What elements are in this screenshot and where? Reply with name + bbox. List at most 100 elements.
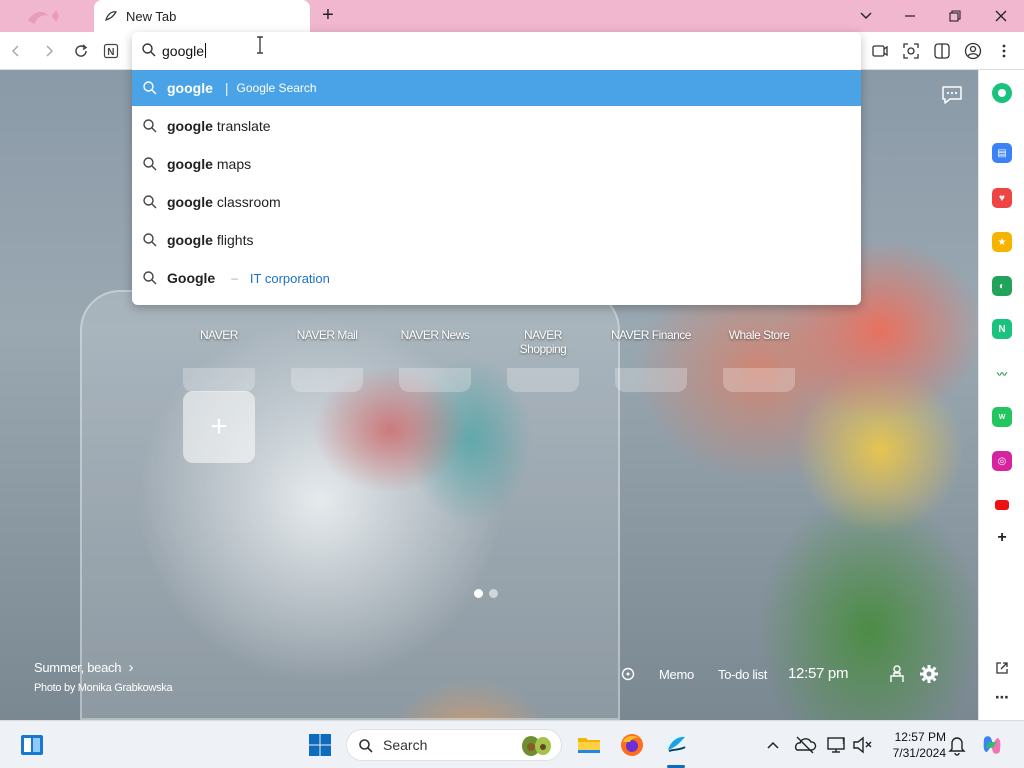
shortcut-tile[interactable] — [291, 368, 363, 392]
shortcut-tile[interactable] — [183, 368, 255, 392]
omnibox-dropdown: google google | Google Search google tra… — [132, 32, 861, 305]
suggestion-separator: | — [224, 80, 229, 96]
close-window-button[interactable] — [989, 5, 1013, 27]
todo-list-button[interactable]: To-do list — [718, 667, 767, 682]
taskbar-search-box[interactable]: Search — [346, 729, 562, 761]
notification-bell-icon[interactable] — [944, 732, 970, 758]
page-dot[interactable] — [489, 589, 498, 598]
pocket-icon[interactable]: ♥ — [992, 188, 1012, 208]
background-title[interactable]: Summer, beach › — [34, 659, 133, 676]
right-sidebar: ▤ ♥ ★ ◐ N 〰 W ◎ + ⋯ — [978, 70, 1024, 720]
clock-widget[interactable]: 12:57 pm — [788, 665, 848, 682]
text-caret — [205, 43, 207, 58]
minimize-button[interactable] — [898, 5, 922, 27]
add-sidebar-app-icon[interactable]: + — [992, 528, 1012, 548]
suggestion-item[interactable]: google maps — [132, 146, 861, 182]
show-hidden-icons-chevron-icon[interactable] — [760, 732, 786, 758]
suggestion-item[interactable]: google flights — [132, 222, 861, 258]
shortcut-tile[interactable] — [399, 368, 471, 392]
memo-button[interactable]: Memo — [659, 667, 694, 682]
search-icon — [143, 157, 157, 171]
bookmark-star-icon[interactable]: ★ — [992, 232, 1012, 252]
suggestion-text: classroom — [216, 194, 281, 210]
suggestion-item-entity[interactable]: Google – IT corporation — [132, 260, 861, 296]
background-title-text[interactable]: Summer, beach — [34, 660, 121, 675]
back-arrow-icon[interactable] — [6, 41, 26, 61]
volume-muted-icon[interactable] — [850, 732, 876, 758]
suggestion-entity: IT corporation — [249, 270, 330, 286]
suggestion-item[interactable]: google classroom — [132, 184, 861, 220]
youtube-icon[interactable] — [992, 495, 1012, 515]
copilot-icon[interactable] — [979, 732, 1005, 758]
suggestion-text: flights — [216, 232, 254, 248]
naver-blog-icon[interactable]: N — [992, 319, 1012, 339]
more-menu-icon[interactable] — [994, 41, 1014, 61]
suggestion-item[interactable]: google translate — [132, 108, 861, 144]
instagram-icon[interactable]: ◎ — [992, 451, 1012, 471]
page-indicator — [474, 589, 498, 598]
stock-chart-icon[interactable]: 〰 — [992, 363, 1012, 383]
whale-space-icon[interactable] — [888, 664, 906, 684]
tab-list-chevron-icon[interactable] — [854, 5, 878, 27]
suggestion-text: maps — [216, 156, 252, 172]
suggestion-description: Google Search — [236, 81, 317, 95]
taskbar-time: 12:57 PM — [894, 730, 946, 744]
tab-video-icon[interactable] — [870, 41, 890, 61]
network-display-icon[interactable]: ! — [824, 732, 850, 758]
settings-gear-icon[interactable] — [919, 664, 939, 684]
tab-new-tab[interactable]: New Tab — [94, 0, 310, 32]
shortcut-label-naver-finance[interactable]: NAVER Finance — [601, 328, 701, 342]
shortcut-label-naver-news[interactable]: NAVER News — [385, 328, 485, 342]
file-explorer-icon[interactable] — [576, 732, 602, 758]
onedrive-offline-icon[interactable] — [792, 732, 818, 758]
taskbar-clock[interactable]: 12:57 PM 7/31/2024 — [878, 729, 946, 761]
svg-text:N: N — [107, 47, 114, 58]
whale-green-dot-icon[interactable] — [992, 83, 1012, 103]
sidebar-more-icon[interactable]: ⋯ — [992, 687, 1012, 707]
suggestion-bold-text: google — [167, 194, 213, 210]
address-bar-text: google — [162, 42, 205, 59]
shortcut-label-naver-shopping[interactable]: NAVER Shopping — [513, 328, 573, 356]
sidebar-toggle-icon[interactable] — [932, 41, 952, 61]
reload-icon[interactable] — [71, 41, 91, 61]
taskbar-search-placeholder: Search — [383, 737, 428, 753]
profile-icon[interactable] — [963, 41, 983, 61]
shortcut-tile[interactable] — [507, 368, 579, 392]
whale-theme-logo-icon — [28, 10, 59, 24]
search-icon — [143, 119, 157, 133]
search-icon — [143, 195, 157, 209]
firefox-icon[interactable] — [619, 732, 645, 758]
shortcut-label-naver[interactable]: NAVER — [169, 328, 269, 342]
restore-button[interactable] — [943, 5, 967, 27]
naver-webtoon-icon[interactable]: W — [992, 407, 1012, 427]
shortcut-tile[interactable] — [615, 368, 687, 392]
suggestion-bold-text: google — [167, 80, 213, 96]
widgets-icon[interactable] — [19, 732, 45, 758]
add-shortcut-button[interactable]: + — [183, 391, 255, 463]
search-icon — [143, 81, 157, 95]
naver-home-icon[interactable]: N — [101, 41, 121, 61]
address-bar-input[interactable]: google — [132, 32, 861, 69]
shortcut-label-naver-mail[interactable]: NAVER Mail — [277, 328, 377, 342]
whale-tab-icon — [105, 11, 117, 21]
shortcut-label-whale-store[interactable]: Whale Store — [709, 328, 809, 342]
capture-icon[interactable] — [901, 41, 921, 61]
toolbox-icon[interactable]: ▤ — [992, 143, 1012, 163]
chevron-right-icon[interactable]: › — [128, 659, 133, 676]
shortcut-tile[interactable] — [723, 368, 795, 392]
translate-icon[interactable]: ◐ — [992, 276, 1012, 296]
open-external-icon[interactable] — [992, 658, 1012, 678]
suggestion-item-selected[interactable]: google | Google Search — [132, 70, 861, 106]
tab-bar: New Tab + — [0, 0, 1024, 32]
forward-arrow-icon[interactable] — [39, 41, 59, 61]
page-dot-active[interactable] — [474, 589, 483, 598]
windows-start-icon[interactable] — [307, 732, 333, 758]
whale-browser-icon[interactable] — [663, 732, 689, 758]
suggestion-bold-text: google — [167, 118, 213, 134]
new-tab-button[interactable]: + — [318, 5, 338, 26]
chat-bubble-icon[interactable] — [940, 84, 964, 106]
suggestion-bold-text: Google — [167, 270, 216, 286]
focus-mode-icon[interactable] — [620, 666, 636, 682]
search-icon — [359, 739, 373, 753]
tab-title: New Tab — [126, 8, 177, 24]
